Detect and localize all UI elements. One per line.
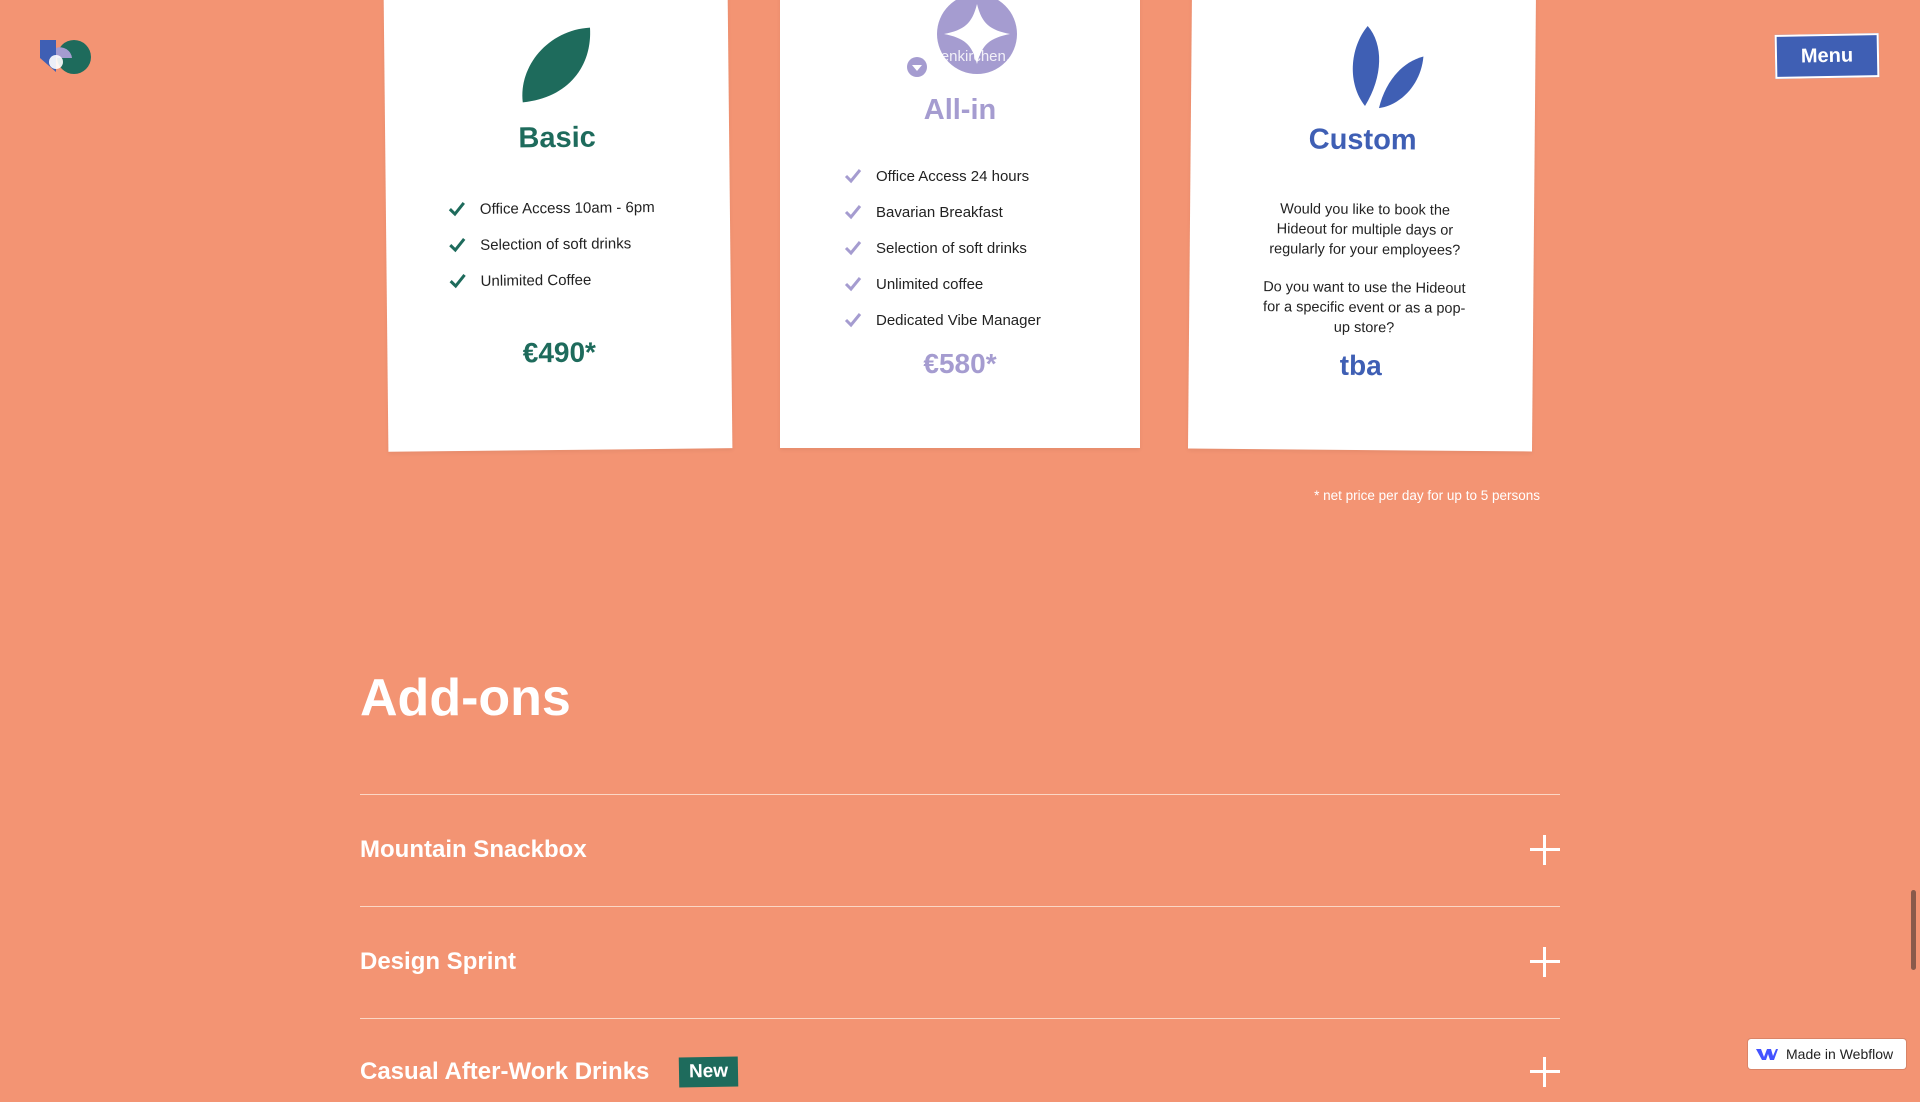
plan-title: Custom: [1308, 123, 1417, 157]
webflow-label: Made in Webflow: [1786, 1046, 1894, 1062]
check-icon: [844, 169, 862, 184]
addon-label: Mountain Snackbox: [360, 836, 587, 863]
plan-price: €580*: [923, 348, 997, 379]
check-icon: [449, 238, 466, 253]
plan-card-custom: Custom Would you like to book the Hideou…: [1187, 0, 1537, 452]
addon-label: Casual After-Work Drinks New: [360, 1056, 739, 1088]
addon-item-design-sprint[interactable]: Design Sprint: [360, 932, 1560, 992]
logo[interactable]: [38, 38, 94, 76]
plan-price: €490*: [522, 336, 597, 369]
plan-title: All-in: [923, 94, 997, 126]
divider: [360, 1018, 1560, 1019]
feature-item: Selection of soft drinks: [844, 230, 1041, 266]
check-icon: [844, 277, 862, 292]
webflow-icon: [1756, 1049, 1778, 1060]
divider: [360, 794, 1560, 795]
location-label: Garmisch-Partenkirchen, Germany: [844, 48, 1076, 65]
feature-item: Unlimited Coffee: [448, 261, 655, 299]
new-badge: New: [679, 1056, 739, 1088]
feature-item: Bavarian Breakfast: [844, 194, 1041, 230]
feature-item: Office Access 24 hours: [844, 158, 1041, 194]
feature-list: Office Access 10am - 6pm Selection of so…: [448, 189, 656, 299]
menu-button[interactable]: Menu: [1774, 33, 1880, 79]
petals-icon: [1345, 24, 1426, 118]
check-icon: [844, 313, 862, 328]
addon-item-casual-after-work-drinks[interactable]: Casual After-Work Drinks New: [360, 1042, 1560, 1102]
check-icon: [844, 205, 862, 220]
section-title: Add-ons: [360, 669, 571, 727]
scrollbar-thumb[interactable]: [1911, 890, 1916, 970]
check-icon: [449, 274, 466, 289]
plus-icon[interactable]: [1530, 1057, 1560, 1087]
feature-item: Office Access 10am - 6pm: [448, 189, 655, 227]
feature-item: Selection of soft drinks: [448, 225, 655, 263]
plan-description: Would you like to book the Hideout for m…: [1269, 201, 1461, 259]
plus-icon[interactable]: [1530, 835, 1560, 865]
feature-item: Unlimited coffee: [844, 266, 1041, 302]
location-pin-icon: [906, 56, 928, 83]
star-icon: [934, 0, 1020, 83]
plan-price: tba: [1339, 349, 1382, 382]
plan-title: Basic: [518, 121, 596, 155]
leaf-icon: [518, 26, 595, 112]
addon-label-text: Casual After-Work Drinks: [360, 1058, 650, 1085]
plus-icon[interactable]: [1530, 947, 1560, 977]
feature-item: Dedicated Vibe Manager: [844, 302, 1041, 338]
check-icon: [844, 241, 862, 256]
addon-item-mountain-snackbox[interactable]: Mountain Snackbox: [360, 820, 1560, 880]
divider: [360, 906, 1560, 907]
feature-list: Office Access 24 hours Bavarian Breakfas…: [844, 158, 1041, 338]
plan-card-all-in: Garmisch-Partenkirchen, Germany All-in O…: [780, 0, 1140, 448]
price-footnote: * net price per day for up to 5 persons: [1314, 488, 1540, 503]
addon-label: Design Sprint: [360, 948, 517, 975]
plan-description: Do you want to use the Hideout for a spe…: [1263, 279, 1466, 337]
check-icon: [448, 202, 465, 217]
plan-card-basic: Basic Office Access 10am - 6pm Selection…: [383, 0, 733, 452]
made-in-webflow-badge[interactable]: Made in Webflow: [1748, 1039, 1906, 1069]
